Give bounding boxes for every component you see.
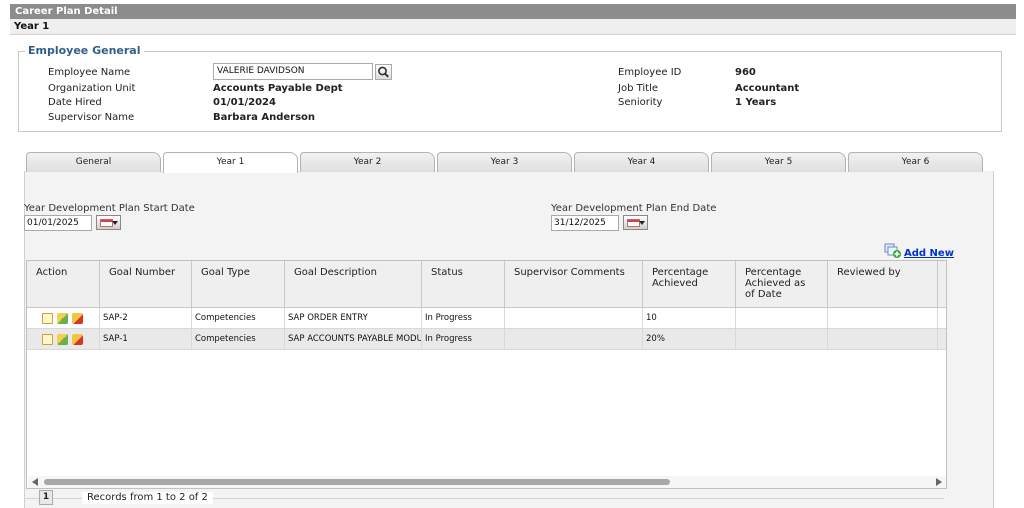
plan-end-calendar-button[interactable] xyxy=(623,215,648,230)
cell-percentage-achieved: 10 xyxy=(643,308,736,329)
scroll-right-icon[interactable] xyxy=(936,478,942,486)
cell-status: In Progress xyxy=(422,329,505,350)
row-actions xyxy=(27,308,100,329)
col-percentage-achieved[interactable]: Percentage Achieved xyxy=(643,261,736,308)
employee-search-button[interactable] xyxy=(375,64,392,80)
supervisor-label: Supervisor Name xyxy=(48,112,135,123)
cell-reviewed-by xyxy=(828,308,938,329)
goals-table: Action Goal Number Goal Type Goal Descri… xyxy=(26,260,947,489)
tab-year-3[interactable]: Year 3 xyxy=(437,152,572,172)
employee-general-fieldset: Employee General Employee Name VALERIE D… xyxy=(18,44,1002,132)
view-icon[interactable] xyxy=(42,313,53,324)
cell-reviewed-by xyxy=(828,329,938,350)
add-record-icon xyxy=(884,243,901,258)
supervisor-value: Barbara Anderson xyxy=(213,112,316,123)
org-unit-label: Organization Unit xyxy=(48,83,136,94)
col-status[interactable]: Status xyxy=(422,261,505,308)
tab-year-6[interactable]: Year 6 xyxy=(848,152,983,172)
date-hired-value: 01/01/2024 xyxy=(213,97,276,108)
job-title-value: Accountant xyxy=(735,83,800,94)
col-action[interactable]: Action xyxy=(27,261,100,308)
employee-id-label: Employee ID xyxy=(618,67,682,78)
date-hired-label: Date Hired xyxy=(48,97,102,108)
employee-name-input[interactable]: VALERIE DAVIDSON xyxy=(213,63,373,80)
plan-end-label: Year Development Plan End Date xyxy=(551,203,717,214)
dropdown-arrow-icon xyxy=(112,221,118,225)
employee-general-legend: Employee General xyxy=(25,44,144,58)
cell-supervisor-comments xyxy=(505,308,643,329)
table-row[interactable]: SAP-2 Competencies SAP ORDER ENTRY In Pr… xyxy=(27,308,946,329)
col-goal-number[interactable]: Goal Number xyxy=(100,261,192,308)
cell-goal-number: SAP-2 xyxy=(100,308,192,329)
tab-year-2[interactable]: Year 2 xyxy=(300,152,435,172)
cell-goal-description: SAP ORDER ENTRY xyxy=(285,308,422,329)
cell-goal-type: Competencies xyxy=(192,329,285,350)
cell-percentage-achieved: 20% xyxy=(643,329,736,350)
plan-end-input[interactable]: 31/12/2025 xyxy=(551,215,619,231)
col-percentage-as-of-date[interactable]: Percentage Achieved as of Date xyxy=(736,261,828,308)
table-row[interactable]: SAP-1 Competencies SAP ACCOUNTS PAYABLE … xyxy=(27,329,946,350)
cell-goal-description: SAP ACCOUNTS PAYABLE MODUL xyxy=(285,329,422,350)
records-count: Records from 1 to 2 of 2 xyxy=(82,492,213,504)
cell-percentage-as-of-date xyxy=(736,329,828,350)
col-goal-type[interactable]: Goal Type xyxy=(192,261,285,308)
cell-supervisor-comments xyxy=(505,329,643,350)
seniority-label: Seniority xyxy=(618,97,663,108)
cell-goal-type: Competencies xyxy=(192,308,285,329)
plan-start-label: Year Development Plan Start Date xyxy=(24,203,195,214)
scroll-left-icon[interactable] xyxy=(32,478,38,486)
org-unit-value: Accounts Payable Dept xyxy=(213,83,343,94)
delete-icon[interactable] xyxy=(72,334,83,345)
add-new-label[interactable]: Add New xyxy=(904,248,954,259)
search-icon xyxy=(378,66,389,78)
cell-percentage-as-of-date xyxy=(736,308,828,329)
seniority-value: 1 Years xyxy=(735,97,777,108)
pager: 1 Records from 1 to 2 of 2 xyxy=(24,489,944,508)
tab-year-5[interactable]: Year 5 xyxy=(711,152,846,172)
cell-goal-number: SAP-1 xyxy=(100,329,192,350)
tab-general[interactable]: General xyxy=(26,152,161,172)
dropdown-arrow-icon xyxy=(639,221,645,225)
employee-name-label: Employee Name xyxy=(48,67,131,78)
horizontal-scrollbar[interactable] xyxy=(28,476,946,488)
scrollbar-thumb[interactable] xyxy=(44,479,670,485)
col-supervisor-comments[interactable]: Supervisor Comments xyxy=(505,261,643,308)
edit-icon[interactable] xyxy=(57,334,68,345)
col-reviewed-by[interactable]: Reviewed by xyxy=(828,261,938,308)
tab-year-1[interactable]: Year 1 xyxy=(163,152,298,173)
year-tabs: General Year 1 Year 2 Year 3 Year 4 Year… xyxy=(26,152,986,173)
employee-id-value: 960 xyxy=(735,67,756,78)
delete-icon[interactable] xyxy=(72,313,83,324)
view-icon[interactable] xyxy=(42,334,53,345)
table-header: Action Goal Number Goal Type Goal Descri… xyxy=(27,261,946,308)
cell-status: In Progress xyxy=(422,308,505,329)
page-1-button[interactable]: 1 xyxy=(39,490,53,505)
plan-start-calendar-button[interactable] xyxy=(96,215,121,230)
col-goal-description[interactable]: Goal Description xyxy=(285,261,422,308)
tab-year-4[interactable]: Year 4 xyxy=(574,152,709,172)
section-title: Year 1 xyxy=(10,19,1016,35)
job-title-label: Job Title xyxy=(618,83,659,94)
edit-icon[interactable] xyxy=(57,313,68,324)
plan-start-input[interactable]: 01/01/2025 xyxy=(24,215,92,231)
window-title: Career Plan Detail xyxy=(10,4,1016,19)
row-actions xyxy=(27,329,100,350)
